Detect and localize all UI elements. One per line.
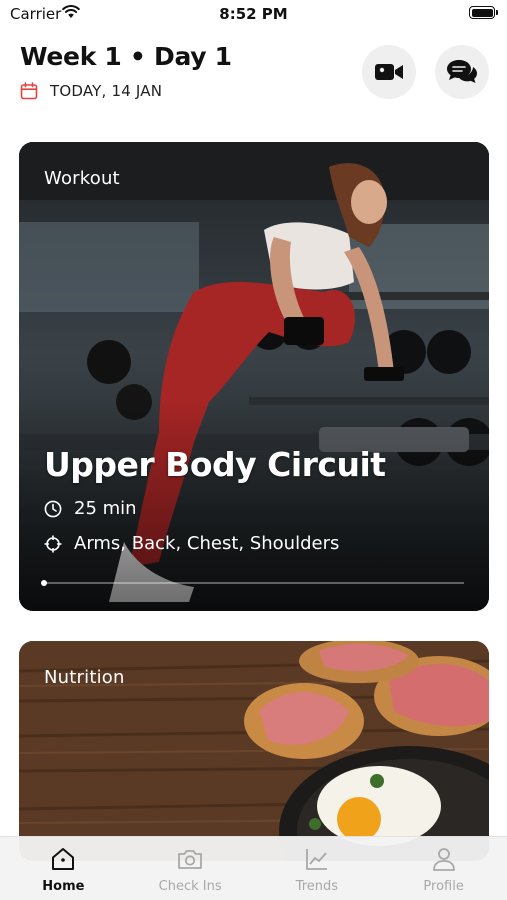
muscles-row: Arms, Back, Chest, Shoulders — [44, 533, 339, 554]
muscles-label: Arms, Back, Chest, Shoulders — [74, 533, 340, 554]
duration-label: 25 min — [74, 498, 137, 519]
workout-card[interactable]: Workout Upper Body Circuit 25 min Arms, … — [19, 142, 489, 611]
tab-bar: Home Check Ins Trends Profile — [0, 836, 507, 900]
tab-check-ins-label: Check Ins — [158, 879, 222, 894]
nutrition-label: Nutrition — [44, 667, 125, 688]
chat-bubbles-icon — [447, 60, 477, 83]
status-time: 8:52 PM — [219, 5, 288, 23]
tab-home-label: Home — [42, 879, 85, 894]
tab-home[interactable]: Home — [0, 837, 127, 900]
nutrition-card[interactable]: Nutrition — [19, 641, 489, 861]
home-icon — [52, 848, 75, 870]
trends-chart-icon — [305, 849, 327, 870]
date-row: TODAY, 14 JAN — [20, 82, 162, 100]
page-title: Week 1 • Day 1 — [20, 42, 232, 71]
progress-indicator — [41, 580, 47, 586]
clock-icon — [44, 500, 62, 517]
status-bar: Carrier 8:52 PM — [0, 0, 507, 28]
tab-profile-label: Profile — [423, 879, 464, 894]
profile-icon — [432, 848, 455, 871]
workout-title: Upper Body Circuit — [44, 445, 386, 484]
messages-button[interactable] — [435, 45, 489, 99]
workout-label: Workout — [44, 168, 120, 189]
target-icon — [44, 535, 62, 552]
workout-progress-bar — [41, 580, 464, 586]
date-label: TODAY, 14 JAN — [50, 82, 163, 100]
tab-check-ins[interactable]: Check Ins — [127, 837, 254, 900]
tab-profile[interactable]: Profile — [380, 837, 507, 900]
tab-trends[interactable]: Trends — [254, 837, 381, 900]
video-call-button[interactable] — [362, 45, 416, 99]
camera-icon — [178, 850, 203, 869]
battery-icon — [469, 6, 498, 19]
video-camera-icon — [375, 64, 403, 80]
tab-trends-label: Trends — [295, 879, 339, 894]
duration-row: 25 min — [44, 498, 137, 519]
calendar-icon — [20, 82, 38, 100]
